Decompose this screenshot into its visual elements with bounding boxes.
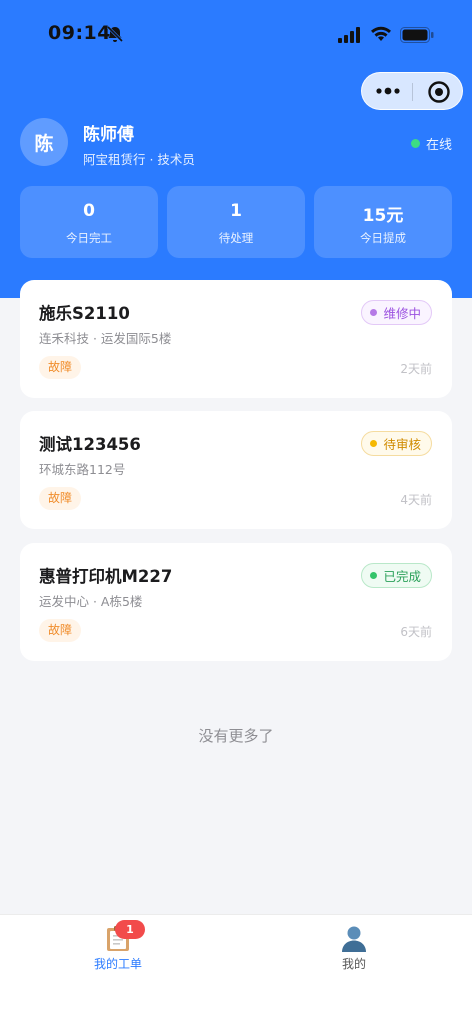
status-badge: 维修中 <box>361 300 432 325</box>
order-card[interactable]: 施乐S2110 维修中 连禾科技 · 运发国际5楼 故障 2天前 <box>20 280 452 398</box>
order-address: 连禾科技 · 运发国际5楼 <box>39 331 172 346</box>
fault-tag: 故障 <box>39 619 82 642</box>
unread-count-badge: 1 <box>115 920 145 939</box>
order-card[interactable]: 测试123456 待审核 环城东路112号 故障 4天前 <box>20 411 452 529</box>
status-label: 待审核 <box>383 437 421 452</box>
status-dot-icon <box>370 440 378 447</box>
online-status-label: 在线 <box>425 138 452 153</box>
status-dot-icon <box>370 572 378 579</box>
mute-bell-icon <box>106 25 124 43</box>
status-dot-icon <box>370 309 378 316</box>
order-time: 6天前 <box>400 625 432 639</box>
mini-program-capsule <box>361 72 463 110</box>
stat-pending[interactable]: 1 待处理 <box>167 186 305 258</box>
user-name: 陈师傅 <box>83 125 134 145</box>
tab-bar: 1 我的工单 我的 <box>0 914 472 1024</box>
status-time: 09:14 <box>48 22 111 44</box>
tab-label: 我的 <box>341 957 366 971</box>
list-end-text: 没有更多了 <box>198 727 274 745</box>
stat-value: 0 <box>83 201 95 221</box>
status-bar: 09:14 <box>0 0 472 70</box>
order-address: 运发中心 · A栋5楼 <box>39 594 143 609</box>
order-card[interactable]: 惠普打印机M227 已完成 运发中心 · A栋5楼 故障 6天前 <box>20 543 452 661</box>
fault-tag: 故障 <box>39 356 82 379</box>
stat-label: 今日完工 <box>66 231 112 245</box>
avatar[interactable]: 陈 <box>20 118 68 166</box>
order-title: 测试123456 <box>39 435 141 454</box>
order-address: 环城东路112号 <box>39 462 126 477</box>
status-label: 已完成 <box>383 569 421 584</box>
stat-completed-today[interactable]: 0 今日完工 <box>20 186 158 258</box>
wifi-icon <box>371 26 391 41</box>
stat-value: 1 <box>230 201 242 221</box>
order-title: 惠普打印机M227 <box>39 567 173 586</box>
header-banner: 09:14 陈 陈师傅 阿宝租赁行 · 技术员 在线 0 今日完工 1 待处理 … <box>0 0 472 298</box>
order-title: 施乐S2110 <box>39 304 130 323</box>
status-label: 维修中 <box>383 306 421 321</box>
capsule-divider <box>412 83 413 101</box>
more-icon[interactable] <box>374 81 402 101</box>
tab-profile[interactable]: 我的 <box>299 923 409 972</box>
stat-commission-today[interactable]: 15元 今日提成 <box>314 186 452 258</box>
tab-label: 我的工单 <box>93 957 142 971</box>
user-icon <box>342 926 366 952</box>
order-time: 2天前 <box>400 362 432 376</box>
close-target-icon[interactable] <box>427 80 451 104</box>
status-badge: 待审核 <box>361 431 432 456</box>
order-time: 4天前 <box>400 493 432 507</box>
stat-label: 今日提成 <box>360 231 406 245</box>
online-status[interactable]: 在线 <box>410 134 452 153</box>
tab-my-orders[interactable]: 1 我的工单 <box>63 920 173 972</box>
user-company-role: 阿宝租赁行 · 技术员 <box>83 152 195 167</box>
status-badge: 已完成 <box>361 563 432 588</box>
battery-icon <box>400 27 434 43</box>
fault-tag: 故障 <box>39 487 82 510</box>
stat-label: 待处理 <box>218 231 254 245</box>
stat-value: 15元 <box>362 206 404 226</box>
online-dot-icon <box>410 139 420 148</box>
signal-icon <box>338 27 360 43</box>
